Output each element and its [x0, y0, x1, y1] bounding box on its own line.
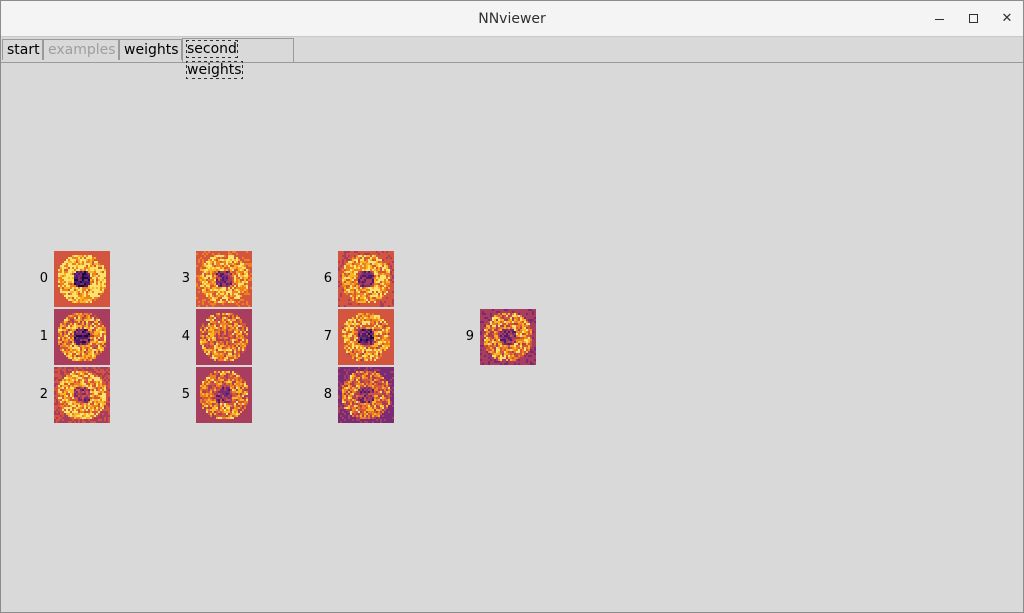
- tab-start[interactable]: start: [2, 39, 43, 60]
- title-bar: NNviewer ✕: [1, 1, 1023, 37]
- close-button[interactable]: ✕: [990, 1, 1024, 36]
- weight-heatmap-0: [54, 251, 110, 307]
- weight-image-0: [54, 251, 110, 307]
- digit-label-8: 8: [323, 387, 332, 402]
- app-window: NNviewer ✕ start examples weights second…: [0, 0, 1024, 613]
- tab-second-weights[interactable]: second weights: [182, 38, 294, 79]
- weight-heatmap-7: [338, 309, 394, 365]
- weight-image-9: [480, 309, 536, 365]
- weight-heatmap-5: [196, 367, 252, 423]
- weight-image-4: [196, 309, 252, 365]
- digit-label-4: 4: [181, 329, 190, 344]
- weight-heatmap-3: [196, 251, 252, 307]
- weight-image-3: [196, 251, 252, 307]
- weight-heatmap-8: [338, 367, 394, 423]
- weight-heatmap-4: [196, 309, 252, 365]
- close-icon: ✕: [1001, 11, 1013, 26]
- digit-label-6: 6: [323, 271, 332, 286]
- second-weights-panel: 0 1 2 3 4 5 6 7 8 9: [1, 63, 1023, 612]
- digit-label-7: 7: [323, 329, 332, 344]
- weight-image-1: [54, 309, 110, 365]
- weight-image-6: [338, 251, 394, 307]
- weight-heatmap-6: [338, 251, 394, 307]
- tab-bar: start examples weights second weights: [1, 37, 1023, 79]
- weight-image-7: [338, 309, 394, 365]
- minimize-icon: [934, 18, 944, 20]
- weight-heatmap-2: [54, 367, 110, 423]
- weight-image-8: [338, 367, 394, 423]
- tab-weights[interactable]: weights: [119, 39, 182, 60]
- weight-heatmap-1: [54, 309, 110, 365]
- maximize-icon: [968, 14, 978, 23]
- digit-label-1: 1: [39, 329, 48, 344]
- digit-label-9: 9: [465, 329, 474, 344]
- digit-label-0: 0: [39, 271, 48, 286]
- tab-examples: examples: [43, 39, 119, 60]
- minimize-button[interactable]: [922, 1, 956, 36]
- weight-heatmap-9: [480, 309, 536, 365]
- weight-image-2: [54, 367, 110, 423]
- digit-label-5: 5: [181, 387, 190, 402]
- maximize-button[interactable]: [956, 1, 990, 36]
- digit-label-3: 3: [181, 271, 190, 286]
- window-title: NNviewer: [478, 11, 546, 27]
- digit-label-2: 2: [39, 387, 48, 402]
- weight-image-5: [196, 367, 252, 423]
